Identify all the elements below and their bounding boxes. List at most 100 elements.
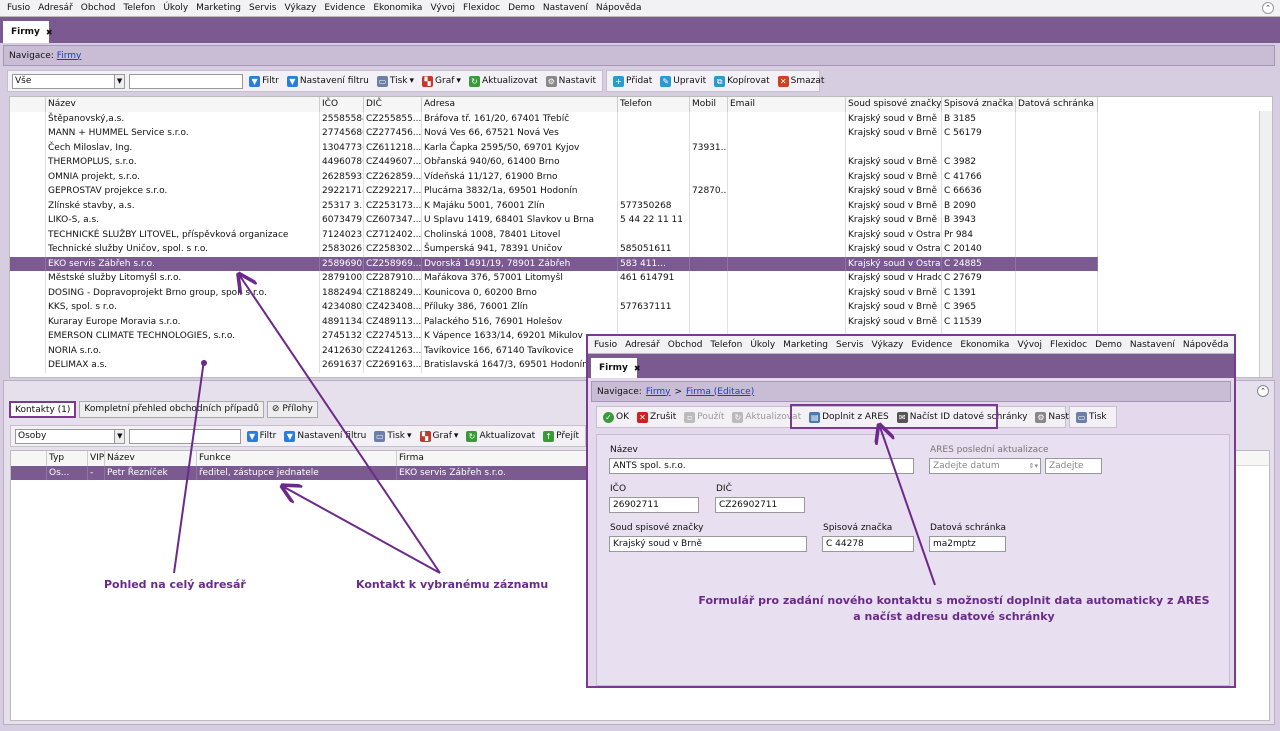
form-nav-link-edit[interactable]: Firma (Editace): [686, 387, 754, 397]
settings-button[interactable]: ⚙ Nastavit: [544, 75, 598, 88]
table-row[interactable]: TECHNICKÉ SLUŽBY LITOVEL, příspěvková or…: [10, 227, 1098, 242]
add-button[interactable]: + Přidat: [611, 75, 654, 88]
table-row[interactable]: MANN + HUMMEL Service s.r.o. 27745686 CZ27…: [10, 126, 1098, 141]
form-nav-link-firmy[interactable]: Firmy: [646, 387, 671, 397]
search-input[interactable]: [129, 73, 244, 89]
form-menu-item[interactable]: Fusio: [590, 340, 621, 350]
table-cell: [618, 169, 690, 184]
filter-select[interactable]: Vše ▼: [12, 73, 126, 89]
form-menu-item[interactable]: Vývoj: [1013, 340, 1046, 350]
form-menu-item[interactable]: Nápověda: [1179, 340, 1233, 350]
print-button[interactable]: ▭ Tisk ▾: [375, 75, 416, 88]
row-indicator: [10, 242, 46, 257]
contacts-filter-select[interactable]: Osoby ▼: [15, 428, 126, 444]
contacts-search-input[interactable]: [129, 428, 241, 444]
tab-firmy[interactable]: Firmy ✖: [3, 21, 53, 43]
copy-button[interactable]: ⧉ Kopírovat: [712, 75, 772, 88]
main-menu-item[interactable]: Marketing: [192, 0, 245, 17]
table-row[interactable]: LIKO-S, a.s. 60734795 CZ607347... U Splavu …: [10, 213, 1098, 228]
form-menu-item[interactable]: Marketing: [779, 340, 832, 350]
form-tab-firmy[interactable]: Firmy ✖: [591, 358, 641, 378]
table-row[interactable]: DOSING - Dopravoprojekt Brno group, spol…: [10, 285, 1098, 300]
table-cell: [690, 213, 728, 228]
form-menu-item[interactable]: Ekonomika: [956, 340, 1013, 350]
main-menu-item[interactable]: Evidence: [320, 0, 369, 17]
main-menu-item[interactable]: Flexidoc: [459, 0, 504, 17]
spisova-field[interactable]: C 44278: [822, 536, 914, 552]
ico-field[interactable]: 26902711: [609, 497, 699, 513]
cancel-button[interactable]: ✕ Zrušit: [635, 411, 678, 424]
goto-button[interactable]: ↑ Přejít: [541, 430, 581, 443]
edit-button[interactable]: ✎ Upravit: [658, 75, 708, 88]
chevron-up-icon[interactable]: ⌃: [1262, 2, 1274, 14]
form-menu-item[interactable]: Demo: [1091, 340, 1126, 350]
table-row[interactable]: Os... - Petr Řezníček ředitel, zástupce jed…: [11, 465, 587, 480]
table-row[interactable]: Technické služby Uničov, spol. s r.o. 258…: [10, 242, 1098, 257]
table-row[interactable]: OMNIA projekt, s.r.o. 26285932 CZ262859...…: [10, 169, 1098, 184]
delete-button[interactable]: ✕ Smazat: [776, 75, 827, 88]
main-menu-item[interactable]: Ekonomika: [369, 0, 426, 17]
main-menu-item[interactable]: Obchod: [77, 0, 120, 17]
ok-button[interactable]: ✓ OK: [601, 411, 631, 424]
form-menu-item[interactable]: Nastavení: [1126, 340, 1179, 350]
table-row[interactable]: EKO servis Zábřeh s.r.o. 25896903 CZ258969…: [10, 256, 1098, 271]
ares-date-field[interactable]: Zadejte datum ⇕▾: [929, 458, 1041, 474]
ares-fill-button[interactable]: ▤ Doplnit z ARES: [807, 411, 891, 424]
form-menu-item[interactable]: Obchod: [664, 340, 707, 350]
contacts-print-button[interactable]: ▭ Tisk ▾: [372, 430, 413, 443]
refresh-button[interactable]: ↻ Aktualizovat: [467, 75, 540, 88]
apply-button[interactable]: ▫ Použít: [682, 411, 726, 424]
table-cell: C 20140: [942, 242, 1016, 257]
form-refresh-button[interactable]: ↻ Aktualizovat: [730, 411, 803, 424]
close-icon[interactable]: ✖: [46, 28, 53, 37]
main-menu-item[interactable]: Nápověda: [592, 0, 646, 17]
nazev-field[interactable]: ANTS spol. s.r.o.: [609, 458, 914, 474]
main-menu-item[interactable]: Fusio: [3, 0, 34, 17]
close-icon[interactable]: ✖: [634, 364, 641, 373]
form-menu-item[interactable]: Telefon: [706, 340, 746, 350]
form-menu-item[interactable]: Flexidoc: [1046, 340, 1091, 350]
table-row[interactable]: Zlínské stavby, a.s. 25317 3... CZ253173..…: [10, 198, 1098, 213]
filter-settings-button[interactable]: ▼ Nastavení filtru: [285, 75, 371, 88]
datova-field[interactable]: ma2mptz: [929, 536, 1006, 552]
tab-contacts[interactable]: Kontakty (1): [9, 401, 77, 418]
main-menu-item[interactable]: Úkoly: [159, 0, 192, 17]
table-row[interactable]: Štěpanovský,a.s. 25585584 CZ255855... Bráfo…: [10, 111, 1098, 126]
table-cell: [728, 198, 846, 213]
table-row[interactable]: GEPROSTAV projekce s.r.o. 29221714 CZ29221…: [10, 184, 1098, 199]
form-menu-item[interactable]: Evidence: [907, 340, 956, 350]
contacts-filter-button[interactable]: ▼ Filtr: [245, 430, 279, 443]
main-menu-item[interactable]: Vývoj: [426, 0, 459, 17]
form-menu-item[interactable]: Výkazy: [867, 340, 907, 350]
collapse-icon[interactable]: ⌃: [1257, 385, 1269, 397]
table-cell: C 41766: [942, 169, 1016, 184]
main-menu-item[interactable]: Výkazy: [280, 0, 320, 17]
nav-link-firmy[interactable]: Firmy: [57, 51, 82, 61]
main-menu-item[interactable]: Telefon: [119, 0, 159, 17]
table-row[interactable]: Kuraray Europe Moravia s.r.o. 48911348 CZ4…: [10, 314, 1098, 329]
table-row[interactable]: THERMOPLUS, s.r.o. 44960786 CZ449607... Obř…: [10, 155, 1098, 170]
main-menu-item[interactable]: Servis: [245, 0, 280, 17]
contacts-refresh-button[interactable]: ↻ Aktualizovat: [464, 430, 537, 443]
load-databox-button[interactable]: ✉ Načíst ID datové schránky: [895, 411, 1030, 424]
filter-button[interactable]: ▼ Filtr: [247, 75, 281, 88]
chart-button[interactable]: ▚ Graf ▾: [420, 75, 463, 88]
table-row[interactable]: KKS, spol. s r.o. 42340802 CZ423408... Příl…: [10, 300, 1098, 315]
form-print-button[interactable]: ▭ Tisk: [1074, 411, 1109, 424]
main-menu-item[interactable]: Demo: [504, 0, 539, 17]
tab-business-cases[interactable]: Kompletní přehled obchodních případů: [79, 401, 264, 418]
main-menu-item[interactable]: Nastavení: [539, 0, 592, 17]
contacts-chart-button[interactable]: ▚ Graf ▾: [418, 430, 461, 443]
form-menu-item[interactable]: Adresář: [621, 340, 664, 350]
table-row[interactable]: Čech Miloslav, Ing. 13047736 CZ611218... Ka…: [10, 140, 1098, 155]
grid-scrollbar[interactable]: [1259, 111, 1272, 377]
dic-field[interactable]: CZ26902711: [715, 497, 805, 513]
contacts-filter-settings-button[interactable]: ▼ Nastavení filtru: [282, 430, 368, 443]
tab-attachments[interactable]: ⊘ Přílohy: [266, 401, 318, 418]
form-menu-item[interactable]: Úkoly: [746, 340, 779, 350]
main-menu-item[interactable]: Adresář: [34, 0, 77, 17]
form-menu-item[interactable]: Servis: [832, 340, 867, 350]
table-row[interactable]: Městské služby Litomyšl s.r.o. 28791002 CZ…: [10, 271, 1098, 286]
soud-field[interactable]: Krajský soud v Brně: [609, 536, 807, 552]
ares-time-field[interactable]: Zadejte: [1045, 458, 1102, 474]
